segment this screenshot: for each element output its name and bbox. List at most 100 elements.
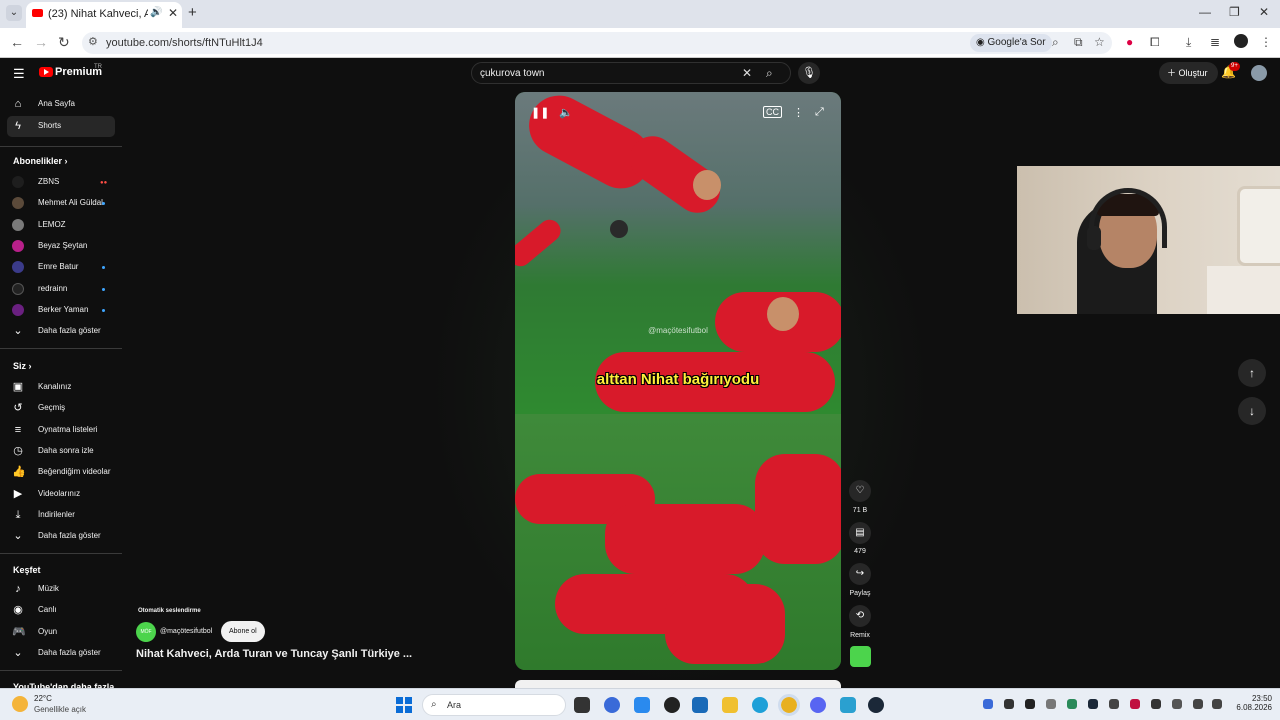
tray-icon[interactable] (1025, 699, 1035, 709)
zoom-icon[interactable]: ⌕ (1052, 35, 1059, 50)
captions-icon[interactable]: CC (763, 106, 782, 118)
app-icon[interactable] (634, 697, 650, 713)
chrome-menu-icon[interactable]: ⋮ (1260, 35, 1272, 49)
sidebar-item-playlists[interactable]: ≡ Oynatma listeleri (0, 420, 118, 441)
extension-color-icon[interactable]: ● (1126, 35, 1133, 49)
previous-short-button[interactable]: ↑ (1238, 359, 1266, 387)
weather-desc[interactable]: Genellikle açık (34, 705, 86, 714)
close-window-icon[interactable]: ✕ (1259, 5, 1269, 19)
steam-icon[interactable] (868, 697, 884, 713)
channel-handle[interactable]: @maçötesifutbol (160, 628, 212, 635)
address-bar[interactable]: ⚙ youtube.com/shorts/ftNTuHlt1J4 ◉ Googl… (82, 32, 1112, 54)
sidebar-item-subscription[interactable]: ZBNS ●● (0, 172, 118, 193)
tray-icon[interactable] (1088, 699, 1098, 709)
tray-icon[interactable] (1130, 699, 1140, 709)
app-icon[interactable] (692, 697, 708, 713)
app-icon[interactable] (664, 697, 680, 713)
taskbar-search[interactable]: ⌕ Ara (422, 694, 566, 716)
weather-icon[interactable] (12, 696, 28, 712)
create-button[interactable]: ＋ Oluştur (1159, 62, 1218, 84)
sidebar-item-live[interactable]: ◉ Canlı (0, 600, 118, 621)
volume-icon[interactable] (1212, 699, 1222, 709)
remix-button[interactable]: ⟲ (849, 605, 871, 627)
search-input[interactable]: çukurova town (480, 68, 544, 79)
sidebar-item-shorts[interactable]: ϟ Shorts (7, 116, 115, 137)
fullscreen-icon[interactable]: ⤢ (815, 106, 824, 119)
video-title[interactable]: Nihat Kahveci, Arda Turan ve Tuncay Şanl… (136, 648, 412, 660)
show-more-you[interactable]: ⌄ Daha fazla göster (0, 526, 118, 547)
sidebar-item-subscription[interactable]: redrainn (0, 279, 118, 300)
tray-icon[interactable] (1067, 699, 1077, 709)
tray-icon[interactable] (983, 699, 993, 709)
browser-tab[interactable]: (23) Nihat Kahveci, Arda Tu 🔊 ✕ (26, 2, 182, 28)
subscribe-button[interactable]: Abone ol (221, 621, 265, 642)
next-short-preview[interactable] (515, 680, 841, 688)
task-view-icon[interactable] (574, 697, 590, 713)
clear-search-icon[interactable]: ✕ (742, 66, 752, 80)
sidebar-item-subscription[interactable]: Mehmet Ali Güldal (0, 193, 118, 214)
channel-avatar[interactable]: MÖF (136, 622, 156, 642)
media-control-icon[interactable]: ≣ (1210, 35, 1220, 49)
tab-close-icon[interactable]: ✕ (168, 6, 178, 20)
next-short-button[interactable]: ↓ (1238, 397, 1266, 425)
minimize-icon[interactable]: — (1199, 5, 1211, 19)
more-options-icon[interactable]: ⋮ (793, 106, 804, 119)
voice-search-icon[interactable]: 🎙 (798, 62, 820, 84)
sidebar-item-watch-later[interactable]: ◷ Daha sonra izle (0, 441, 118, 462)
subscriptions-heading[interactable]: Abonelikler › (13, 156, 68, 166)
show-more-subscriptions[interactable]: ⌄ Daha fazla göster (0, 321, 118, 342)
sidebar-item-subscription[interactable]: LEMOZ (0, 215, 118, 236)
sidebar-item-music[interactable]: ♪ Müzik (0, 579, 118, 600)
tray-icon[interactable] (1046, 699, 1056, 709)
bookmark-star-icon[interactable]: ☆ (1094, 35, 1105, 49)
new-tab-button[interactable]: + (188, 4, 197, 21)
edge-icon[interactable] (752, 697, 768, 713)
profile-avatar[interactable] (1234, 34, 1248, 48)
weather-temp[interactable]: 22°C (34, 694, 52, 703)
sidebar-item-subscription[interactable]: Berker Yaman (0, 300, 118, 321)
like-button[interactable]: ♡ (849, 480, 871, 502)
system-clock[interactable]: 23:50 6.08.2026 (1232, 694, 1272, 712)
sidebar-item-subscription[interactable]: Beyaz Şeytan (0, 236, 118, 257)
sidebar-item-history[interactable]: ↺ Geçmiş (0, 398, 118, 419)
app-icon[interactable] (840, 697, 856, 713)
tray-icon[interactable] (1004, 699, 1014, 709)
install-app-icon[interactable]: ⧉ (1074, 35, 1083, 50)
youtube-logo-icon[interactable] (39, 67, 53, 77)
downloads-icon[interactable]: ⤓ (1186, 35, 1191, 50)
restore-icon[interactable]: ❐ (1229, 5, 1240, 19)
you-heading[interactable]: Siz › (13, 361, 32, 371)
sidebar-item-liked[interactable]: 👍 Beğendiğim videolar (0, 462, 118, 483)
file-explorer-icon[interactable] (722, 697, 738, 713)
account-avatar[interactable] (1251, 65, 1267, 81)
sidebar-item-downloads[interactable]: ⤓ İndirilenler (0, 505, 118, 526)
sidebar-item-gaming[interactable]: 🎮 Oyun (0, 622, 118, 643)
comments-button[interactable]: ▤ (849, 522, 871, 544)
volume-icon[interactable]: 🔈 (559, 106, 573, 119)
site-info-icon[interactable]: ⚙ (88, 35, 98, 48)
tab-audio-icon[interactable]: 🔊 (150, 7, 162, 18)
pause-icon[interactable]: ❚❚ (531, 106, 549, 119)
guide-menu-icon[interactable]: ☰ (13, 66, 25, 82)
extensions-icon[interactable]: ⧠ (1150, 35, 1160, 50)
search-icon[interactable]: ⌕ (766, 66, 773, 81)
reload-icon[interactable]: ↻ (58, 34, 70, 51)
show-more-explore[interactable]: ⌄ Daha fazla göster (0, 643, 118, 664)
chrome-icon[interactable] (778, 694, 800, 716)
sidebar-item-subscription[interactable]: Emre Batur (0, 257, 118, 278)
discord-icon[interactable] (810, 697, 826, 713)
share-button[interactable]: ↪ (849, 563, 871, 585)
tray-icon[interactable] (1109, 699, 1119, 709)
tray-icon[interactable] (1151, 699, 1161, 709)
forward-icon[interactable]: → (34, 34, 48, 50)
url-text[interactable]: youtube.com/shorts/ftNTuHlt1J4 (106, 37, 263, 49)
sound-thumbnail[interactable] (850, 646, 871, 667)
start-button[interactable] (396, 697, 412, 713)
google-ask-button[interactable]: ◉ Google'a Sor (970, 34, 1052, 52)
shorts-video-player[interactable]: @maçötesifutbol alttan Nihat bağırıyodu … (515, 92, 841, 670)
tab-search-button[interactable]: ⌄ (6, 5, 22, 21)
microphone-icon[interactable] (1172, 699, 1182, 709)
app-icon[interactable] (604, 697, 620, 713)
search-box[interactable]: çukurova town ✕ ⌕ (471, 62, 791, 84)
sidebar-item-your-channel[interactable]: ▣ Kanalınız (0, 377, 118, 398)
